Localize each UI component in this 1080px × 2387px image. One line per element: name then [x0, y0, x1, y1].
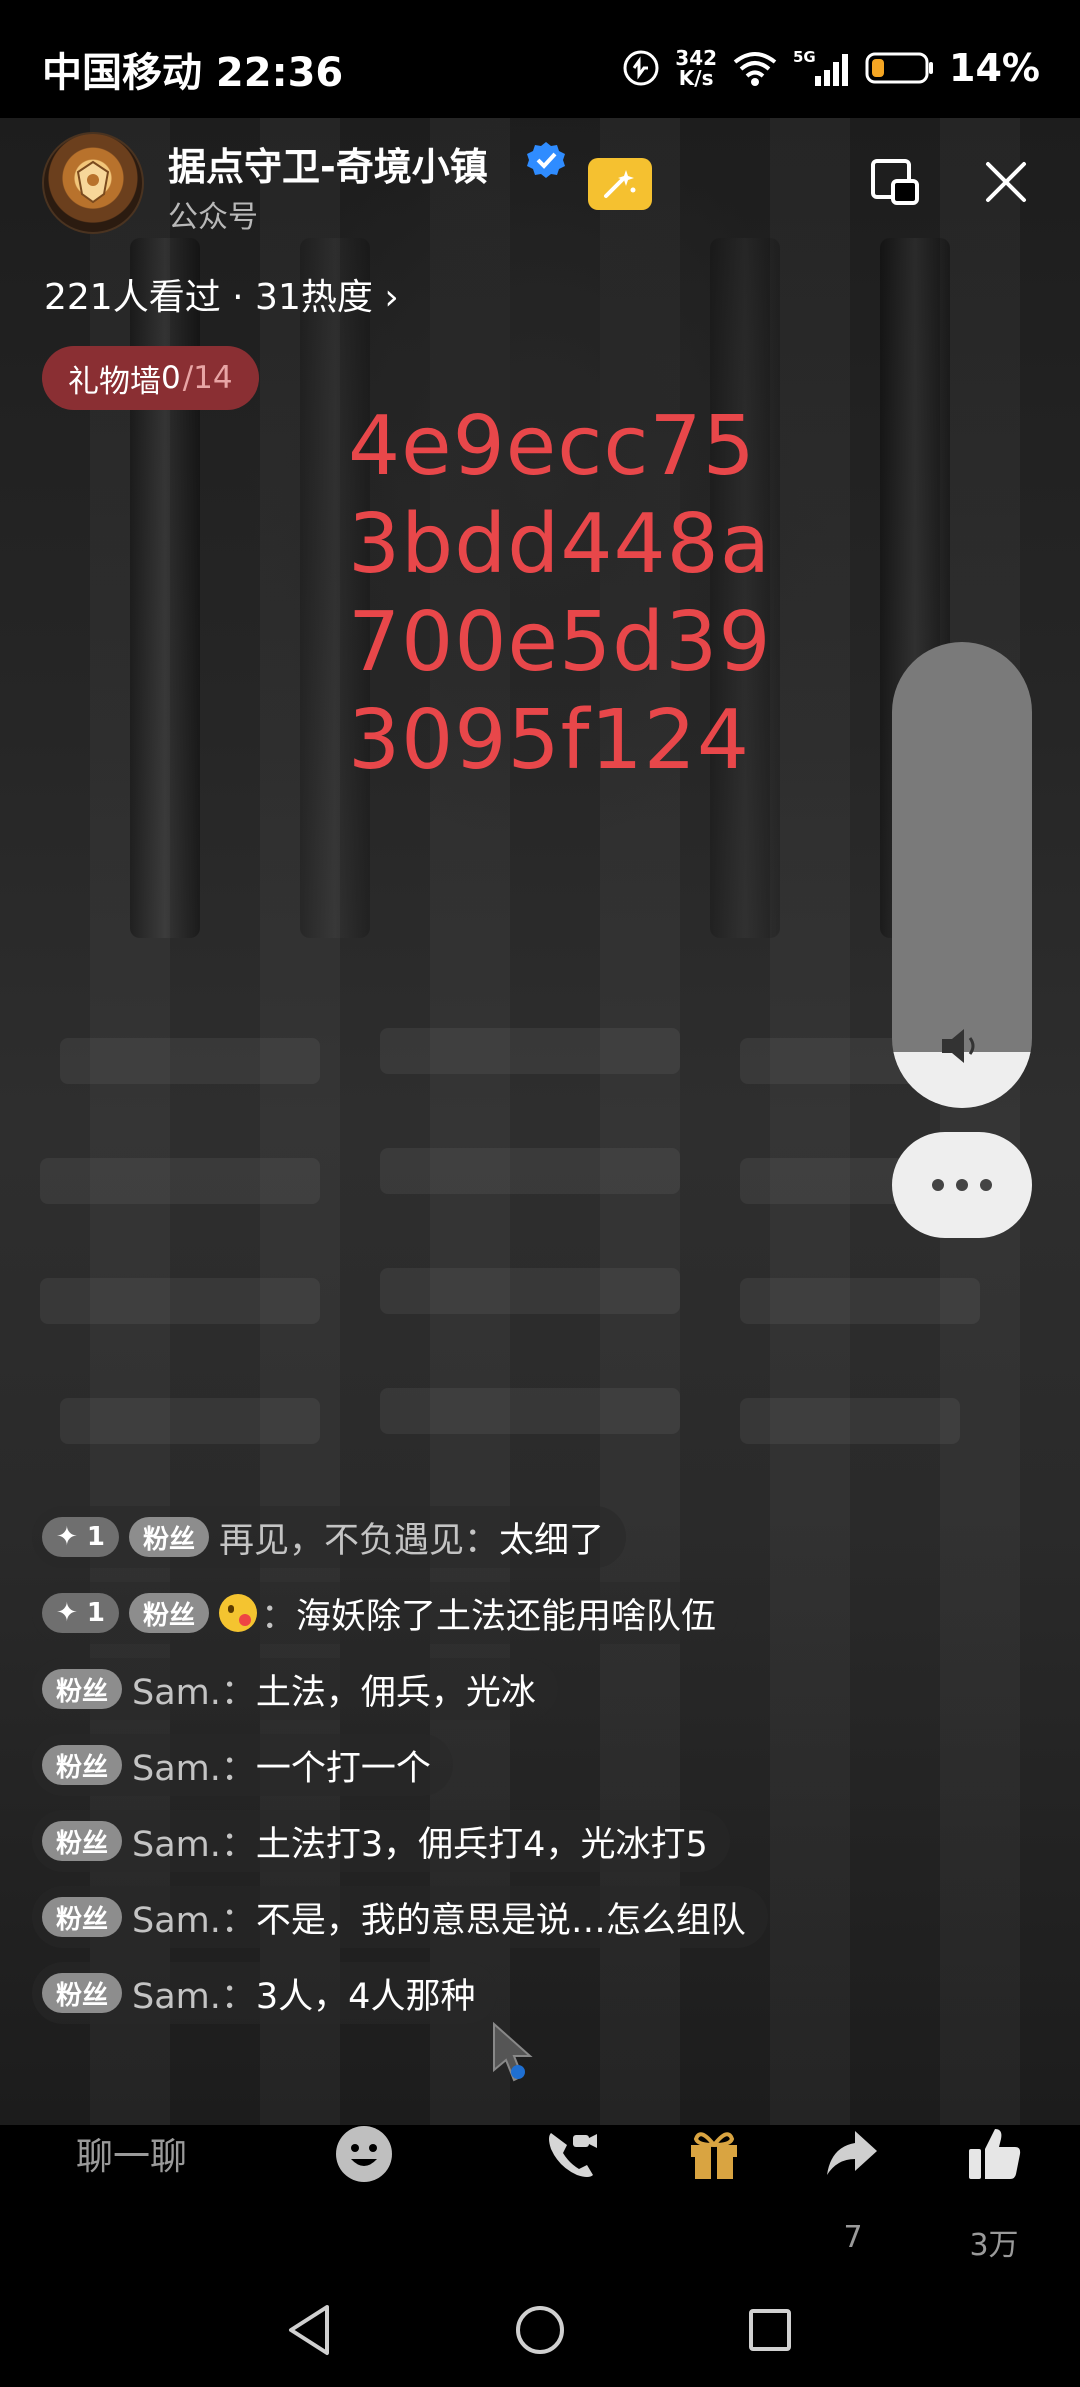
chat-message[interactable]: 粉丝 Sam.： 一个打一个	[32, 1734, 453, 1796]
gift-wall-label: 礼物墙	[68, 363, 161, 400]
chat-text: 太细了	[498, 1520, 604, 1561]
gift-wall-total: /14	[182, 360, 233, 396]
overlay-code-line: 700e5d39	[348, 595, 772, 690]
speaker-icon	[936, 1022, 988, 1070]
net-speed: 342 K/s	[675, 48, 717, 88]
mouse-cursor-icon	[490, 2021, 540, 2088]
overlay-code-line: 4e9ecc75	[348, 399, 756, 494]
chat-text: 不是，我的意思是说…怎么组队	[255, 1900, 746, 1941]
gift-wall-count: 0	[161, 360, 181, 396]
nfc-icon	[621, 48, 661, 88]
chat-message-row: 粉丝 Sam.： 一个打一个	[32, 1734, 832, 1810]
plus-level-badge: ✦ 1	[42, 1517, 119, 1557]
crazy-face-emoji-icon	[218, 1594, 257, 1632]
chat-message-row: 粉丝 Sam.： 土法，佣兵，光冰	[32, 1658, 832, 1734]
chat-message-row: 粉丝 Sam.： 不是，我的意思是说…怎么组队	[32, 1886, 832, 1962]
chat-username[interactable]: Sam.：	[132, 1740, 256, 1791]
chevron-right-icon: ›	[384, 277, 399, 318]
chat-message[interactable]: ✦ 1 粉丝：海妖除了土法还能用啥队伍	[32, 1582, 738, 1644]
video-call-icon[interactable]	[540, 2122, 604, 2186]
view-stats[interactable]: 221人看过 · 31热度 ›	[44, 268, 399, 320]
plus-level: 1	[86, 1522, 105, 1552]
plus-sparkle-icon: ✦	[56, 1598, 78, 1628]
network-type: 5G	[793, 48, 816, 66]
net-speed-value: 342	[675, 46, 718, 70]
overlay-code: 4e9ecc75 3bdd448a 700e5d39 3095f124	[348, 398, 772, 790]
share-count: 7	[843, 2220, 863, 2255]
chat-username[interactable]: Sam.：	[132, 1968, 256, 2019]
fan-badge: 粉丝	[42, 1745, 123, 1785]
chat-username[interactable]: Sam.：	[132, 1816, 256, 1867]
plus-level-badge: ✦ 1	[42, 1593, 119, 1633]
home-icon[interactable]	[510, 2300, 570, 2360]
channel-name[interactable]: 据点守卫-奇境小镇	[168, 136, 488, 191]
plus-sparkle-icon: ✦	[56, 1522, 78, 1552]
fan-badge: 粉丝	[42, 1821, 123, 1861]
net-speed-unit: K/s	[678, 66, 714, 90]
share-icon[interactable]	[820, 2122, 884, 2186]
chat-list: ✦ 1 粉丝 再见，不负遇见： 太细了 ✦ 1 粉丝：海妖除了土法还能用啥队伍 粉丝 Sam.…	[32, 1506, 832, 2038]
chat-message[interactable]: 粉丝 Sam.： 土法，佣兵，光冰	[32, 1658, 558, 1720]
fan-badge: 粉丝	[42, 1897, 123, 1937]
chat-message-row: ✦ 1 粉丝：海妖除了土法还能用啥队伍	[32, 1582, 832, 1658]
chat-username[interactable]: Sam.：	[132, 1664, 256, 1715]
chat-message[interactable]: ✦ 1 粉丝 再见，不负遇见： 太细了	[32, 1506, 626, 1568]
wifi-icon	[731, 48, 779, 88]
channel-avatar[interactable]	[42, 132, 144, 234]
chat-text: 一个打一个	[255, 1748, 431, 1789]
star-sparkle-icon[interactable]	[588, 158, 652, 210]
fan-badge: 粉丝	[128, 1593, 209, 1633]
battery-percent: 14%	[949, 46, 1040, 90]
fan-badge: 粉丝	[42, 1973, 123, 2013]
chat-message-row: 粉丝 Sam.： 土法打3，佣兵打4，光冰打5	[32, 1810, 832, 1886]
back-icon[interactable]	[280, 2300, 340, 2360]
chat-text: 土法打3，佣兵打4，光冰打5	[255, 1824, 708, 1865]
recents-icon[interactable]	[740, 2300, 800, 2360]
gift-wall-button[interactable]: 礼物墙 0 /14	[42, 346, 259, 410]
close-icon[interactable]	[974, 150, 1038, 214]
gift-icon[interactable]	[682, 2122, 746, 2186]
chat-message-row: 粉丝 Sam.： 3人，4人那种	[32, 1962, 832, 2038]
fan-badge: 粉丝	[128, 1517, 209, 1557]
chat-message[interactable]: 粉丝 Sam.： 土法打3，佣兵打4，光冰打5	[32, 1810, 730, 1872]
verified-badge-icon	[526, 140, 566, 180]
battery-icon	[865, 48, 935, 88]
carrier-time: 中国移动 22:36	[42, 50, 344, 96]
chat-text: 土法，佣兵，光冰	[255, 1672, 536, 1713]
chat-input[interactable]: 聊一聊	[76, 2126, 187, 2180]
chat-message[interactable]: 粉丝 Sam.： 不是，我的意思是说…怎么组队	[32, 1886, 768, 1948]
fan-badge: 粉丝	[42, 1669, 123, 1709]
emoji-icon[interactable]	[332, 2122, 396, 2186]
picture-in-picture-icon[interactable]	[864, 150, 928, 214]
chat-username[interactable]: 再见，不负遇见：	[219, 1512, 499, 1563]
like-icon[interactable]	[962, 2122, 1026, 2186]
signal-icon: 5G	[793, 48, 851, 88]
chat-message[interactable]: 粉丝 Sam.： 3人，4人那种	[32, 1962, 498, 2024]
channel-type: 公众号	[168, 200, 258, 235]
overlay-code-line: 3bdd448a	[348, 497, 772, 592]
chat-username[interactable]: ：	[261, 1588, 296, 1639]
overlay-code-line: 3095f124	[348, 693, 751, 788]
view-stats-text: 221人看过 · 31热度	[44, 277, 373, 318]
like-count: 3万	[969, 2228, 1019, 2263]
plus-level: 1	[86, 1598, 105, 1628]
chat-text: 3人，4人那种	[255, 1976, 476, 2017]
status-bar: 中国移动 22:36 342 K/s 5G 14%	[0, 0, 1080, 118]
chat-username[interactable]: Sam.：	[132, 1892, 256, 1943]
volume-slider[interactable]	[892, 642, 1032, 1108]
chat-message-row: ✦ 1 粉丝 再见，不负遇见： 太细了	[32, 1506, 832, 1582]
chat-text: 海妖除了土法还能用啥队伍	[295, 1596, 716, 1637]
status-icons: 342 K/s 5G 14%	[621, 40, 1040, 96]
more-dots-icon[interactable]	[892, 1132, 1032, 1238]
